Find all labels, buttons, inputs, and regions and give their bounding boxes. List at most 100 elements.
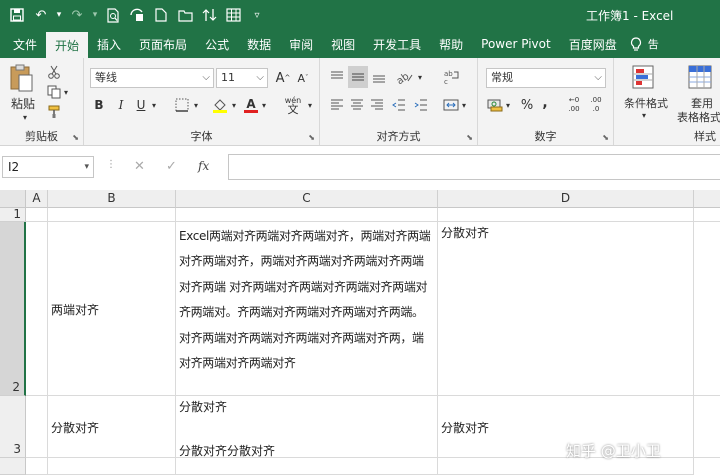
accounting-format-icon[interactable] xyxy=(486,96,504,114)
alignment-launcher-icon[interactable]: ⬊ xyxy=(466,133,473,142)
font-color-icon[interactable]: A xyxy=(242,95,260,115)
tell-me-icon[interactable] xyxy=(626,30,646,58)
cell-b3[interactable]: 分散对齐 xyxy=(48,396,176,458)
tab-developer[interactable]: 开发工具 xyxy=(364,30,430,58)
tab-home[interactable]: 开始 xyxy=(46,32,89,58)
decrease-decimal-icon[interactable]: .00.0 xyxy=(586,94,606,116)
cell-c4[interactable] xyxy=(176,458,438,475)
cell-c2[interactable]: Excel两端对齐两端对齐两端对齐，两端对齐两端对齐两端对齐，两端对齐两端对齐两… xyxy=(176,222,438,396)
format-as-table-button-line2[interactable]: 表格格式 xyxy=(674,110,720,124)
conditional-format-dropdown-icon[interactable]: ▾ xyxy=(638,110,650,120)
format-as-table-icon[interactable] xyxy=(686,62,716,94)
paste-icon[interactable] xyxy=(6,62,36,94)
font-color-dropdown-icon[interactable]: ▾ xyxy=(260,98,268,112)
confirm-icon[interactable]: ✓ xyxy=(166,159,177,174)
align-left-icon[interactable] xyxy=(328,96,346,114)
merge-center-icon[interactable] xyxy=(442,96,460,114)
cell-d2[interactable]: 分散对齐 xyxy=(438,222,694,396)
column-header-b[interactable]: B xyxy=(48,190,176,208)
number-launcher-icon[interactable]: ⬊ xyxy=(602,133,609,142)
column-header-e[interactable] xyxy=(694,190,720,208)
tab-file[interactable]: 文件 xyxy=(4,30,46,58)
underline-button[interactable]: U xyxy=(132,96,150,114)
comma-style-button[interactable]: , xyxy=(538,94,552,112)
cancel-icon[interactable]: ✕ xyxy=(134,159,145,174)
paste-button[interactable]: 粘贴 xyxy=(8,96,38,111)
insert-function-icon[interactable]: fx xyxy=(198,159,209,173)
save-icon[interactable] xyxy=(6,4,28,26)
tab-power-pivot[interactable]: Power Pivot xyxy=(472,30,560,58)
format-as-table-button[interactable]: 套用 xyxy=(684,96,720,110)
cell-e2[interactable] xyxy=(694,222,720,396)
column-header-a[interactable]: A xyxy=(26,190,48,208)
decrease-font-icon[interactable]: Aˇ xyxy=(294,68,312,88)
align-center-icon[interactable] xyxy=(348,96,366,114)
align-right-icon[interactable] xyxy=(368,96,386,114)
tab-page-layout[interactable]: 页面布局 xyxy=(130,30,196,58)
decrease-indent-icon[interactable] xyxy=(390,96,408,114)
number-format-select[interactable]: 常规 ⌵ xyxy=(486,68,606,88)
increase-font-icon[interactable]: A ^ xyxy=(274,68,292,88)
redo-icon[interactable]: ↷ xyxy=(66,4,88,26)
borders-dropdown-icon[interactable]: ▾ xyxy=(192,98,200,112)
column-header-d[interactable]: D xyxy=(438,190,694,208)
align-top-icon[interactable] xyxy=(328,68,346,86)
customize-qat-icon[interactable]: ▿ xyxy=(246,4,268,26)
fill-color-dropdown-icon[interactable]: ▾ xyxy=(230,98,238,112)
row-header-1[interactable]: 1 xyxy=(0,208,26,222)
tab-formulas[interactable]: 公式 xyxy=(196,30,238,58)
conditional-format-button[interactable]: 条件格式 xyxy=(618,96,674,110)
clipboard-launcher-icon[interactable]: ⬊ xyxy=(72,133,79,142)
cell-a2[interactable] xyxy=(26,222,48,396)
cell-b2[interactable]: 两端对齐 xyxy=(48,222,176,396)
more-options-icon[interactable]: ⋮ xyxy=(106,159,116,170)
tab-review[interactable]: 审阅 xyxy=(280,30,322,58)
tab-help[interactable]: 帮助 xyxy=(430,30,472,58)
cell-c1[interactable] xyxy=(176,208,438,222)
cell-b1[interactable] xyxy=(48,208,176,222)
tell-me-label[interactable]: 吿 xyxy=(646,30,661,58)
spelling-icon[interactable] xyxy=(126,4,148,26)
cut-icon[interactable] xyxy=(46,64,62,80)
new-file-icon[interactable] xyxy=(150,4,172,26)
accounting-dropdown-icon[interactable]: ▾ xyxy=(504,98,512,112)
column-header-c[interactable]: C xyxy=(176,190,438,208)
sort-icon[interactable] xyxy=(198,4,220,26)
borders-icon[interactable] xyxy=(172,96,192,114)
align-middle-icon[interactable] xyxy=(348,66,368,88)
merge-dropdown-icon[interactable]: ▾ xyxy=(460,98,468,112)
undo-dropdown-icon[interactable]: ▾ xyxy=(54,4,64,26)
open-folder-icon[interactable] xyxy=(174,4,196,26)
underline-dropdown-icon[interactable]: ▾ xyxy=(150,98,158,112)
row-header-4[interactable] xyxy=(0,458,26,475)
orientation-icon[interactable]: ab xyxy=(394,68,416,86)
font-size-select[interactable]: 11 ⌵ xyxy=(216,68,268,88)
tab-data[interactable]: 数据 xyxy=(238,30,280,58)
font-launcher-icon[interactable]: ⬊ xyxy=(308,133,315,142)
align-bottom-icon[interactable] xyxy=(370,68,388,86)
cell-a3[interactable] xyxy=(26,396,48,458)
font-name-select[interactable]: 等线 ⌵ xyxy=(90,68,214,88)
phonetic-dropdown-icon[interactable]: ▾ xyxy=(306,98,314,112)
select-all-corner[interactable] xyxy=(0,190,26,208)
format-painter-icon[interactable] xyxy=(46,104,62,120)
increase-decimal-icon[interactable]: ←0.00 xyxy=(564,94,584,116)
name-box[interactable]: I2 ▾ xyxy=(2,156,94,178)
tab-baidu-netdisk[interactable]: 百度网盘 xyxy=(560,30,626,58)
cell-c3[interactable]: 分散对齐 分散对齐分散对齐 xyxy=(176,396,438,458)
percent-button[interactable]: % xyxy=(518,96,536,114)
row-header-2[interactable]: 2 xyxy=(0,222,26,396)
cell-a4[interactable] xyxy=(26,458,48,475)
copy-icon[interactable] xyxy=(46,84,62,100)
cell-a1[interactable] xyxy=(26,208,48,222)
copy-dropdown-icon[interactable]: ▾ xyxy=(62,86,70,98)
cell-e3[interactable] xyxy=(694,396,720,458)
conditional-format-icon[interactable] xyxy=(630,62,660,94)
redo-dropdown-icon[interactable]: ▾ xyxy=(90,4,100,26)
formula-input[interactable] xyxy=(228,154,720,180)
cell-b4[interactable] xyxy=(48,458,176,475)
table-icon[interactable] xyxy=(222,4,244,26)
row-header-3[interactable]: 3 xyxy=(0,396,26,458)
print-preview-icon[interactable] xyxy=(102,4,124,26)
cell-d1[interactable] xyxy=(438,208,694,222)
